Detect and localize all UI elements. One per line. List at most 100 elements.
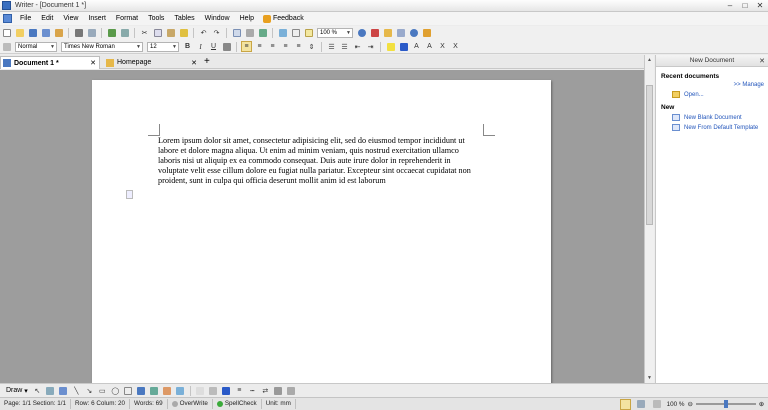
- vertical-scrollbar[interactable]: ▲ ▼: [644, 55, 654, 383]
- document-body-text[interactable]: Lorem ipsum dolor sit amet, consectetur …: [158, 136, 478, 186]
- numbered-list-icon[interactable]: ☰: [326, 41, 337, 52]
- save-icon[interactable]: [27, 28, 38, 39]
- superscript-icon[interactable]: X: [437, 41, 448, 52]
- menu-format[interactable]: Format: [111, 15, 143, 22]
- save-all-icon[interactable]: [40, 28, 51, 39]
- style-combo[interactable]: Normal ▼: [15, 41, 57, 52]
- menu-file[interactable]: File: [15, 15, 36, 22]
- line-style-icon[interactable]: ≡: [234, 385, 245, 396]
- justify-icon[interactable]: ≡: [280, 41, 291, 52]
- styles-icon[interactable]: [1, 41, 12, 52]
- diagram-icon[interactable]: [149, 385, 160, 396]
- print-icon[interactable]: [73, 28, 84, 39]
- find-icon[interactable]: [119, 28, 130, 39]
- new-icon[interactable]: [1, 28, 12, 39]
- close-icon[interactable]: ✕: [90, 59, 96, 67]
- line-spacing-icon[interactable]: ⇕: [306, 41, 317, 52]
- italic-button[interactable]: I: [195, 41, 206, 52]
- ellipse-icon[interactable]: ◯: [110, 385, 121, 396]
- chart-icon[interactable]: [257, 28, 268, 39]
- home-icon[interactable]: [382, 28, 393, 39]
- overwrite-toggle[interactable]: OverWrite: [168, 399, 213, 409]
- align-center-icon[interactable]: ≡: [254, 41, 265, 52]
- rotate-icon[interactable]: [45, 385, 56, 396]
- manage-link[interactable]: >> Manage: [656, 82, 764, 88]
- highlight-icon[interactable]: [385, 41, 396, 52]
- fill-color-icon[interactable]: [195, 385, 206, 396]
- document-icon[interactable]: [3, 14, 12, 23]
- tab-document-1[interactable]: Document 1 * ✕: [0, 56, 100, 69]
- properties-icon[interactable]: [395, 28, 406, 39]
- scroll-thumb[interactable]: [646, 85, 653, 225]
- image-icon[interactable]: [277, 28, 288, 39]
- plus-icon[interactable]: +: [204, 57, 210, 67]
- info-icon[interactable]: [408, 28, 419, 39]
- minimize-button[interactable]: –: [724, 1, 736, 10]
- arrow-style-icon[interactable]: ⇄: [260, 385, 271, 396]
- bullet-list-icon[interactable]: ☰: [339, 41, 350, 52]
- close-icon[interactable]: ✕: [759, 57, 765, 65]
- textbox-icon[interactable]: [290, 28, 301, 39]
- outline-view-icon[interactable]: [652, 399, 663, 410]
- font-combo[interactable]: Times New Roman ▼: [61, 41, 143, 52]
- feedback-icon[interactable]: [262, 14, 271, 23]
- increase-indent-icon[interactable]: ⇥: [365, 41, 376, 52]
- shrink-font-icon[interactable]: A: [424, 41, 435, 52]
- redo-icon[interactable]: ↷: [211, 28, 222, 39]
- zoom-in-icon[interactable]: ⊕: [759, 401, 764, 408]
- picture-icon[interactable]: [175, 385, 186, 396]
- subscript-icon[interactable]: X: [450, 41, 461, 52]
- select-pointer-icon[interactable]: ↖: [32, 385, 43, 396]
- new-blank-document-link[interactable]: New Blank Document: [672, 114, 768, 121]
- page-view-icon[interactable]: [619, 398, 631, 410]
- zoom-slider-knob[interactable]: [723, 400, 728, 408]
- wordart-icon[interactable]: [136, 385, 147, 396]
- task-pane-header[interactable]: New Document ✕: [656, 55, 768, 67]
- draw-menu-button[interactable]: Draw ▾: [6, 387, 28, 395]
- document-page[interactable]: Lorem ipsum dolor sit amet, consectetur …: [92, 80, 551, 383]
- open-link[interactable]: Open...: [672, 91, 768, 98]
- columns-icon[interactable]: [244, 28, 255, 39]
- font-color-draw-icon[interactable]: [221, 385, 232, 396]
- menu-help[interactable]: Help: [235, 15, 259, 22]
- menu-insert[interactable]: Insert: [83, 15, 111, 22]
- autoshapes-icon[interactable]: [58, 385, 69, 396]
- insert-table-icon[interactable]: [231, 28, 242, 39]
- underline-button[interactable]: U: [208, 41, 219, 52]
- textbox-draw-icon[interactable]: [123, 385, 134, 396]
- help-icon[interactable]: [356, 28, 367, 39]
- show-marks-icon[interactable]: [303, 28, 314, 39]
- scroll-up-icon[interactable]: ▲: [645, 57, 654, 63]
- zoom-out-icon[interactable]: ⊖: [687, 401, 692, 408]
- spellcheck-toggle[interactable]: SpellCheck: [213, 399, 262, 409]
- line-color-icon[interactable]: [208, 385, 219, 396]
- menu-view[interactable]: View: [58, 15, 83, 22]
- decrease-indent-icon[interactable]: ⇤: [352, 41, 363, 52]
- close-window-button[interactable]: ✕: [754, 1, 766, 10]
- scroll-down-icon[interactable]: ▼: [645, 375, 654, 381]
- bold-button[interactable]: B: [182, 41, 193, 52]
- font-size-combo[interactable]: 12 ▼: [147, 41, 179, 52]
- format-painter-icon[interactable]: [178, 28, 189, 39]
- cut-icon[interactable]: ✂: [139, 28, 150, 39]
- flag-icon[interactable]: [421, 28, 432, 39]
- dash-style-icon[interactable]: ┅: [247, 385, 258, 396]
- maximize-button[interactable]: □: [739, 1, 751, 10]
- shadow-icon[interactable]: [273, 385, 284, 396]
- align-right-icon[interactable]: ≡: [267, 41, 278, 52]
- menu-tools[interactable]: Tools: [143, 15, 169, 22]
- spellcheck-icon[interactable]: [106, 28, 117, 39]
- clipart-icon[interactable]: [162, 385, 173, 396]
- email-icon[interactable]: [53, 28, 64, 39]
- distribute-icon[interactable]: ≡: [293, 41, 304, 52]
- arrow-icon[interactable]: ↘: [84, 385, 95, 396]
- grow-font-icon[interactable]: A: [411, 41, 422, 52]
- new-from-template-link[interactable]: New From Default Template: [672, 124, 768, 131]
- undo-icon[interactable]: ↶: [198, 28, 209, 39]
- zoom-slider[interactable]: [695, 400, 756, 408]
- menu-tables[interactable]: Tables: [169, 15, 199, 22]
- rectangle-icon[interactable]: ▭: [97, 385, 108, 396]
- align-left-icon[interactable]: ≡: [241, 41, 252, 52]
- open-folder-icon[interactable]: [14, 28, 25, 39]
- line-icon[interactable]: ╲: [71, 385, 82, 396]
